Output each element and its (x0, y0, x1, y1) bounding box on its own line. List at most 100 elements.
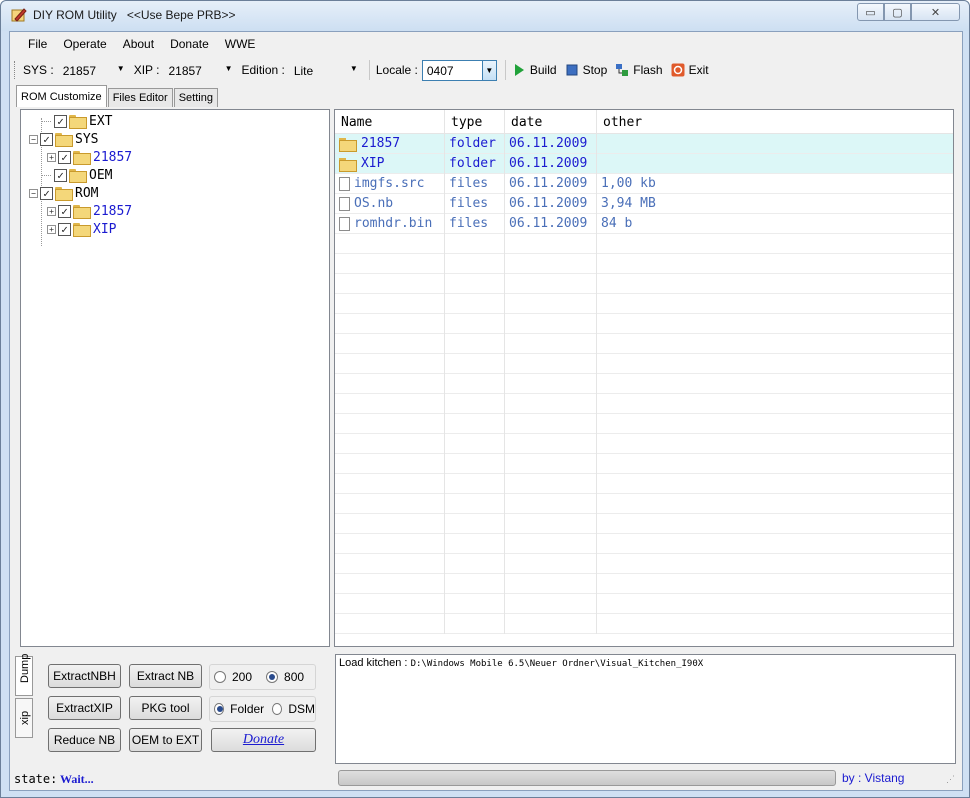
stop-button[interactable]: Stop (565, 63, 607, 77)
rom-tree[interactable]: ✓ EXT − ✓ SYS + ✓ 21857 ✓ OEM − ✓ ROM + … (20, 109, 330, 647)
resize-grip-icon[interactable]: ⋰ (946, 774, 956, 784)
cell-type: files (445, 194, 505, 214)
table-row[interactable]: 21857 folder 06.11.2009 (335, 134, 953, 154)
cell-type (445, 534, 505, 554)
empty-row (335, 494, 953, 514)
maximize-button[interactable]: ▢ (884, 3, 911, 21)
xip-select[interactable]: 21857 ▼ (163, 59, 236, 81)
cell-other (597, 254, 951, 274)
close-button[interactable]: ✕ (911, 3, 960, 21)
locale-select[interactable]: 0407 ▼ (421, 59, 497, 81)
checkbox[interactable]: ✓ (58, 222, 71, 236)
state-value: Wait... (60, 772, 94, 786)
column-header-type[interactable]: type (445, 110, 505, 134)
folder-icon (69, 169, 87, 183)
tree-label: XIP (93, 221, 117, 237)
table-row[interactable]: OS.nb files 06.11.2009 3,94 MB (335, 194, 953, 214)
menu-about[interactable]: About (115, 33, 162, 55)
tab-setting[interactable]: Setting (173, 88, 218, 107)
tab-files-editor[interactable]: Files Editor (107, 88, 173, 107)
tree-node-sys[interactable]: − ✓ SYS (29, 130, 98, 148)
empty-row (335, 374, 953, 394)
checkbox[interactable]: ✓ (40, 186, 53, 200)
column-header-other[interactable]: other (597, 110, 951, 134)
tree-node-rom[interactable]: − ✓ ROM (29, 184, 98, 202)
cell-name: OS.nb (335, 194, 445, 214)
cell-date (505, 314, 597, 334)
edition-select[interactable]: Lite ▼ (288, 59, 361, 81)
radio-800[interactable] (266, 671, 279, 683)
menu-file[interactable]: File (20, 33, 55, 55)
empty-row (335, 274, 953, 294)
reduce-nb-button[interactable]: Reduce NB (48, 728, 121, 752)
tree-node-sys-21857[interactable]: + ✓ 21857 (47, 148, 132, 166)
tree-label: SYS (75, 131, 99, 147)
column-header-date[interactable]: date (505, 110, 597, 134)
checkbox[interactable]: ✓ (58, 204, 71, 218)
checkbox[interactable]: ✓ (58, 150, 71, 164)
flash-button[interactable]: Flash (615, 63, 663, 77)
cell-type (445, 554, 505, 574)
tree-node-rom-xip[interactable]: + ✓ XIP (47, 220, 116, 238)
log-panel[interactable]: Load kitchen : D:\Windows Mobile 6.5\Neu… (335, 654, 956, 764)
file-list[interactable]: Name type date other 21857 folder 06.11.20… (334, 109, 954, 647)
empty-row (335, 474, 953, 494)
menu-wwe[interactable]: WWE (217, 33, 264, 55)
empty-row (335, 454, 953, 474)
tree-node-ext[interactable]: ✓ EXT (43, 112, 112, 130)
radio-dsm[interactable] (272, 703, 283, 715)
cell-type (445, 514, 505, 534)
cell-type (445, 374, 505, 394)
cell-type (445, 234, 505, 254)
cell-name (335, 614, 445, 634)
radio-folder[interactable] (214, 703, 225, 715)
checkbox[interactable]: ✓ (54, 168, 67, 182)
donate-button[interactable]: Donate (211, 728, 316, 752)
extract-xip-button[interactable]: ExtractXIP (48, 696, 121, 720)
oem-to-ext-button[interactable]: OEM to EXT (129, 728, 202, 752)
folder-icon (55, 133, 73, 147)
cell-type (445, 594, 505, 614)
cell-type (445, 334, 505, 354)
table-row[interactable]: romhdr.bin files 06.11.2009 84 b (335, 214, 953, 234)
cell-text: 3,94 MB (601, 196, 656, 211)
toolbar-grip[interactable] (14, 61, 17, 79)
cell-text: folder (449, 136, 496, 151)
tab-xip[interactable]: xip (15, 698, 33, 738)
minimize-button[interactable]: ▭ (857, 3, 884, 21)
expand-icon[interactable]: + (47, 224, 56, 234)
cell-other (597, 274, 951, 294)
table-row[interactable]: imgfs.src files 06.11.2009 1,00 kb (335, 174, 953, 194)
empty-row (335, 434, 953, 454)
tree-node-oem[interactable]: ✓ OEM (43, 166, 112, 184)
checkbox[interactable]: ✓ (40, 132, 53, 146)
menu-operate[interactable]: Operate (55, 33, 114, 55)
table-row[interactable]: XIP folder 06.11.2009 (335, 154, 953, 174)
expand-icon[interactable]: + (47, 206, 56, 216)
collapse-icon[interactable]: − (29, 134, 38, 144)
tab-dump[interactable]: Dump (15, 653, 33, 696)
chevron-down-icon[interactable]: ▼ (481, 60, 496, 80)
radio-200[interactable] (214, 671, 226, 683)
folder-icon (73, 223, 91, 237)
extract-nbh-button[interactable]: ExtractNBH (48, 664, 121, 688)
extract-nb-button[interactable]: Extract NB (129, 664, 202, 688)
tab-rom-customize[interactable]: ROM Customize (16, 85, 107, 107)
exit-button[interactable]: Exit (671, 63, 709, 77)
sys-select[interactable]: 21857 ▼ (57, 59, 128, 81)
pkg-tool-button[interactable]: PKG tool (129, 696, 202, 720)
cell-other: 1,00 kb (597, 174, 951, 194)
cell-date (505, 354, 597, 374)
cell-date (505, 294, 597, 314)
build-button[interactable]: Build (512, 63, 557, 77)
cell-date (505, 614, 597, 634)
tree-node-rom-21857[interactable]: + ✓ 21857 (47, 202, 132, 220)
menu-donate[interactable]: Donate (162, 33, 217, 55)
flash-label: Flash (633, 63, 663, 77)
resolution-group: 200 800 (209, 664, 316, 690)
tab-dump-label: Dump (19, 653, 31, 683)
column-header-name[interactable]: Name (335, 110, 445, 134)
checkbox[interactable]: ✓ (54, 114, 67, 128)
expand-icon[interactable]: + (47, 152, 56, 162)
collapse-icon[interactable]: − (29, 188, 38, 198)
